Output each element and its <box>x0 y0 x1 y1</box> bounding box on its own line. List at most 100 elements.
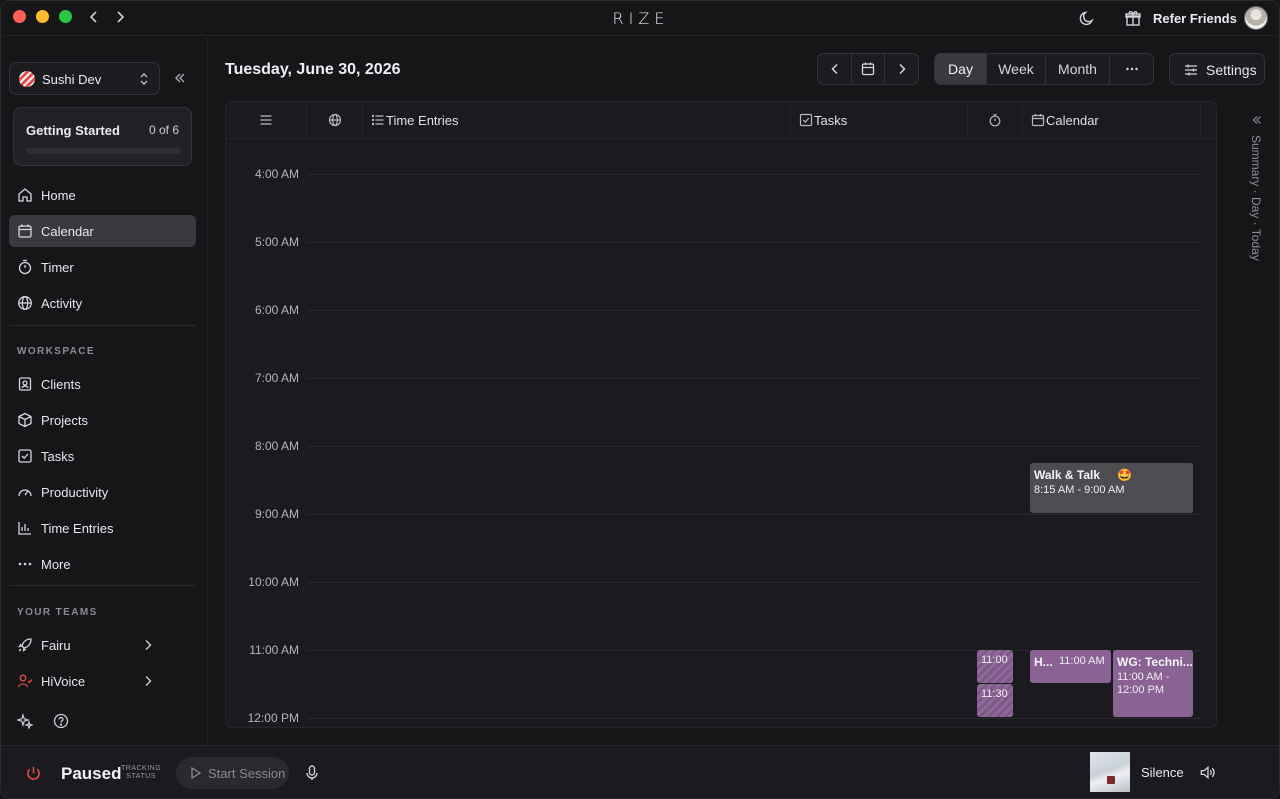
event-time: 8:15 AM - 9:00 AM <box>1034 484 1125 496</box>
app-window: RIZE Refer Friends Sushi Dev Getting Sta… <box>0 0 1280 799</box>
ellipsis-icon <box>1125 67 1138 71</box>
hour-label: 5:00 AM <box>254 235 299 249</box>
event-time: 11:00 AM <box>1059 655 1105 667</box>
column-label: Time Entries <box>386 113 459 128</box>
sidebar-item-timer[interactable]: Timer <box>9 251 196 283</box>
workspace-name: Sushi Dev <box>42 72 102 87</box>
help-icon[interactable] <box>53 713 69 729</box>
chevron-right-icon <box>898 63 906 75</box>
chevron-right-icon[interactable] <box>141 638 155 652</box>
sidebar: Sushi Dev Getting Started 0 of 6 Home Ca… <box>1 37 208 745</box>
calendar-panel: Time Entries Tasks Calendar 4:00 AM 5:00… <box>225 101 1217 728</box>
chevron-left-icon <box>830 63 838 75</box>
sidebar-item-clients[interactable]: Clients <box>9 368 196 400</box>
sidebar-item-home[interactable]: Home <box>9 179 196 211</box>
sidebar-item-label: Productivity <box>41 485 109 500</box>
sidebar-item-projects[interactable]: Projects <box>9 404 196 436</box>
page-title: Tuesday, June 30, 2026 <box>225 61 401 78</box>
globe-icon <box>328 113 342 127</box>
calendar-event-walk-and-talk[interactable]: Walk & Talk 🤩 8:15 AM - 9:00 AM <box>1030 463 1193 513</box>
summary-rail[interactable]: Summary · Day · Today <box>1233 109 1279 749</box>
workspace-switcher[interactable]: Sushi Dev <box>9 62 160 95</box>
timer-entry-block[interactable]: 11:00 <box>977 650 1013 683</box>
sidebar-item-label: Home <box>41 188 76 203</box>
ellipsis-icon <box>17 556 33 572</box>
microphone-icon[interactable] <box>304 764 320 782</box>
teams-section-label: YOUR TEAMS <box>17 607 98 618</box>
hour-label: 4:00 AM <box>254 167 299 181</box>
hour-line <box>307 310 1201 311</box>
column-menu-cell[interactable] <box>226 102 307 139</box>
hour-line <box>307 242 1201 243</box>
chevron-up-down-icon <box>138 71 150 87</box>
getting-started-card[interactable]: Getting Started 0 of 6 <box>13 107 192 166</box>
more-views-button[interactable] <box>1110 54 1153 84</box>
sidebar-item-calendar[interactable]: Calendar <box>9 215 196 247</box>
sidebar-item-tasks[interactable]: Tasks <box>9 440 196 472</box>
sidebar-item-more[interactable]: More <box>9 548 196 580</box>
date-picker-button[interactable] <box>852 54 885 84</box>
hour-line <box>307 378 1201 379</box>
expand-summary-icon[interactable] <box>1250 113 1264 127</box>
sidebar-item-team-fairu[interactable]: Fairu <box>9 629 196 661</box>
tab-month[interactable]: Month <box>1046 54 1110 84</box>
event-time: 12:00 PM <box>1117 684 1165 696</box>
timer-icon <box>988 113 1002 127</box>
contact-icon <box>17 376 33 392</box>
sidebar-item-label: Calendar <box>41 224 94 239</box>
workspace-section-label: WORKSPACE <box>17 346 95 357</box>
summary-rail-label: Summary · Day · Today <box>1249 135 1263 261</box>
sidebar-item-label: Timer <box>41 260 74 275</box>
timer-entry-time: 11:00 <box>981 654 1008 666</box>
tracking-status: Paused <box>61 764 122 783</box>
next-day-button[interactable] <box>885 54 918 84</box>
album-art[interactable] <box>1090 752 1130 792</box>
globe-icon <box>17 295 33 311</box>
tab-day[interactable]: Day <box>935 54 987 84</box>
sidebar-item-label: Tasks <box>41 449 75 464</box>
chevron-right-icon[interactable] <box>141 674 155 688</box>
column-tasks[interactable]: Tasks <box>791 102 968 139</box>
date-nav-group <box>817 53 919 85</box>
bar-chart-icon <box>17 520 33 536</box>
calendar-event-h[interactable]: H... 11:00 AM <box>1030 650 1111 683</box>
tab-week[interactable]: Week <box>987 54 1046 84</box>
column-time-entries[interactable]: Time Entries <box>363 102 791 139</box>
column-calendar[interactable]: Calendar <box>1023 102 1201 139</box>
column-activity-cell[interactable] <box>307 102 363 139</box>
timer-icon <box>17 259 33 275</box>
start-session-button[interactable]: Start Session <box>176 757 289 789</box>
column-label: Tasks <box>814 113 848 128</box>
hour-label: 12:00 PM <box>247 711 299 725</box>
gauge-icon <box>17 484 33 500</box>
column-header: Time Entries Tasks Calendar <box>226 102 1216 139</box>
avatar[interactable] <box>1244 6 1268 30</box>
previous-day-button[interactable] <box>818 54 852 84</box>
timer-entry-block[interactable]: 11:30 <box>977 684 1013 717</box>
list-icon <box>371 113 385 127</box>
sidebar-item-team-hivoice[interactable]: HiVoice <box>9 665 196 697</box>
play-icon <box>189 766 202 780</box>
sidebar-divider <box>9 325 196 326</box>
view-switcher: Day Week Month <box>934 53 1154 85</box>
moon-icon[interactable] <box>1078 9 1096 27</box>
power-icon[interactable] <box>25 765 42 782</box>
collapse-sidebar-icon[interactable] <box>172 70 188 86</box>
sidebar-item-time-entries[interactable]: Time Entries <box>9 512 196 544</box>
refer-friends-link[interactable]: Refer Friends <box>1153 11 1237 26</box>
event-title: WG: Techni... <box>1117 655 1193 669</box>
user-check-icon <box>17 673 33 689</box>
calendar-icon <box>17 223 33 239</box>
hour-label: 9:00 AM <box>254 507 299 521</box>
volume-icon[interactable] <box>1199 764 1216 781</box>
sidebar-item-activity[interactable]: Activity <box>9 287 196 319</box>
getting-started-title: Getting Started <box>26 123 120 138</box>
column-timer-cell[interactable] <box>968 102 1023 139</box>
sparkle-icon[interactable] <box>16 713 35 731</box>
sidebar-item-productivity[interactable]: Productivity <box>9 476 196 508</box>
calendar-event-wg-technical[interactable]: WG: Techni... 11:00 AM - 12:00 PM <box>1113 650 1193 717</box>
sidebar-item-label: Clients <box>41 377 81 392</box>
gift-icon[interactable] <box>1124 9 1142 27</box>
settings-button[interactable]: Settings <box>1169 53 1265 85</box>
music-track-title: Silence <box>1141 765 1184 780</box>
